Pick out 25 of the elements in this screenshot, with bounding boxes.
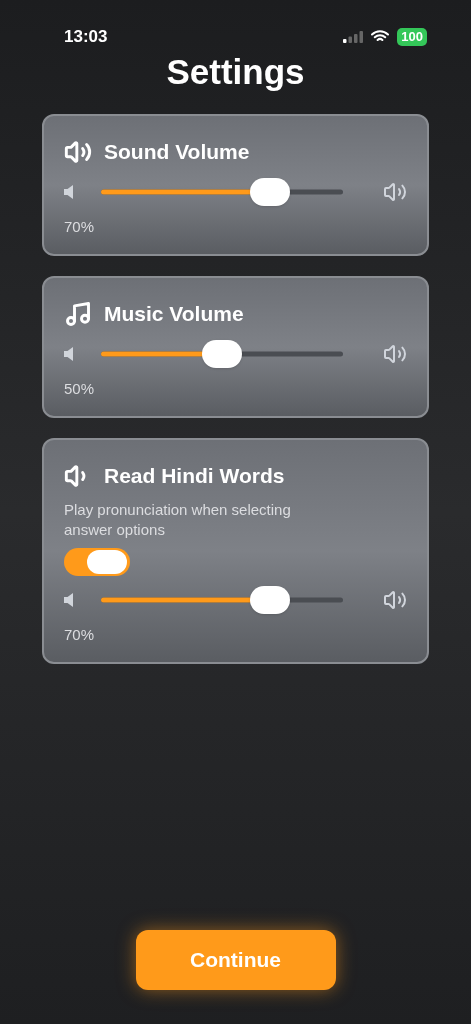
toggle-knob [87, 549, 127, 574]
continue-button[interactable]: Continue [135, 930, 336, 990]
status-time: 13:03 [64, 26, 108, 48]
volume-low-icon [64, 346, 73, 361]
card-title: Read Hindi Words [104, 463, 285, 489]
toggle-switch[interactable] [64, 547, 130, 576]
slider[interactable] [101, 339, 343, 368]
slider[interactable] [101, 585, 343, 614]
volume-reading: 70% [64, 216, 96, 237]
slider-thumb[interactable] [250, 177, 291, 206]
card-description: Play pronunciation when selecting answer options [64, 499, 292, 540]
battery-indicator: 100 [397, 27, 427, 46]
slider[interactable] [101, 177, 343, 206]
signal-icon [343, 30, 364, 43]
slider-thumb[interactable] [250, 585, 291, 614]
music-note-icon [64, 299, 92, 328]
wifi-icon [371, 30, 390, 44]
volume-reading: 70% [64, 624, 96, 645]
volume-low-icon [64, 592, 73, 607]
volume-reading: 50% [64, 378, 96, 399]
card-title: Sound Volume [104, 139, 250, 165]
page-title: Settings [165, 50, 306, 93]
card-title: Music Volume [104, 301, 244, 327]
volume-low-icon [64, 184, 73, 199]
slider-thumb[interactable] [202, 339, 242, 368]
